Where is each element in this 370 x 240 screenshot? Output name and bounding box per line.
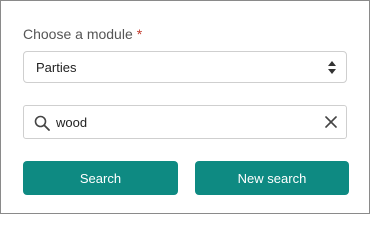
module-select-value: Parties [36,60,77,75]
magnifier-icon [34,115,50,131]
close-x-icon[interactable] [325,116,337,128]
new-search-button[interactable]: New search [195,161,349,195]
module-search-panel: Choose a module * Parties wood Search New… [0,0,370,214]
search-query-text: wood [56,115,88,130]
search-button[interactable]: Search [23,161,178,195]
required-marker: * [136,26,143,42]
search-input[interactable]: wood [23,105,347,139]
module-label-text: Choose a module [23,26,133,42]
module-select[interactable]: Parties [23,51,347,83]
sort-updown-icon [328,61,336,74]
module-label: Choose a module * [23,26,142,42]
